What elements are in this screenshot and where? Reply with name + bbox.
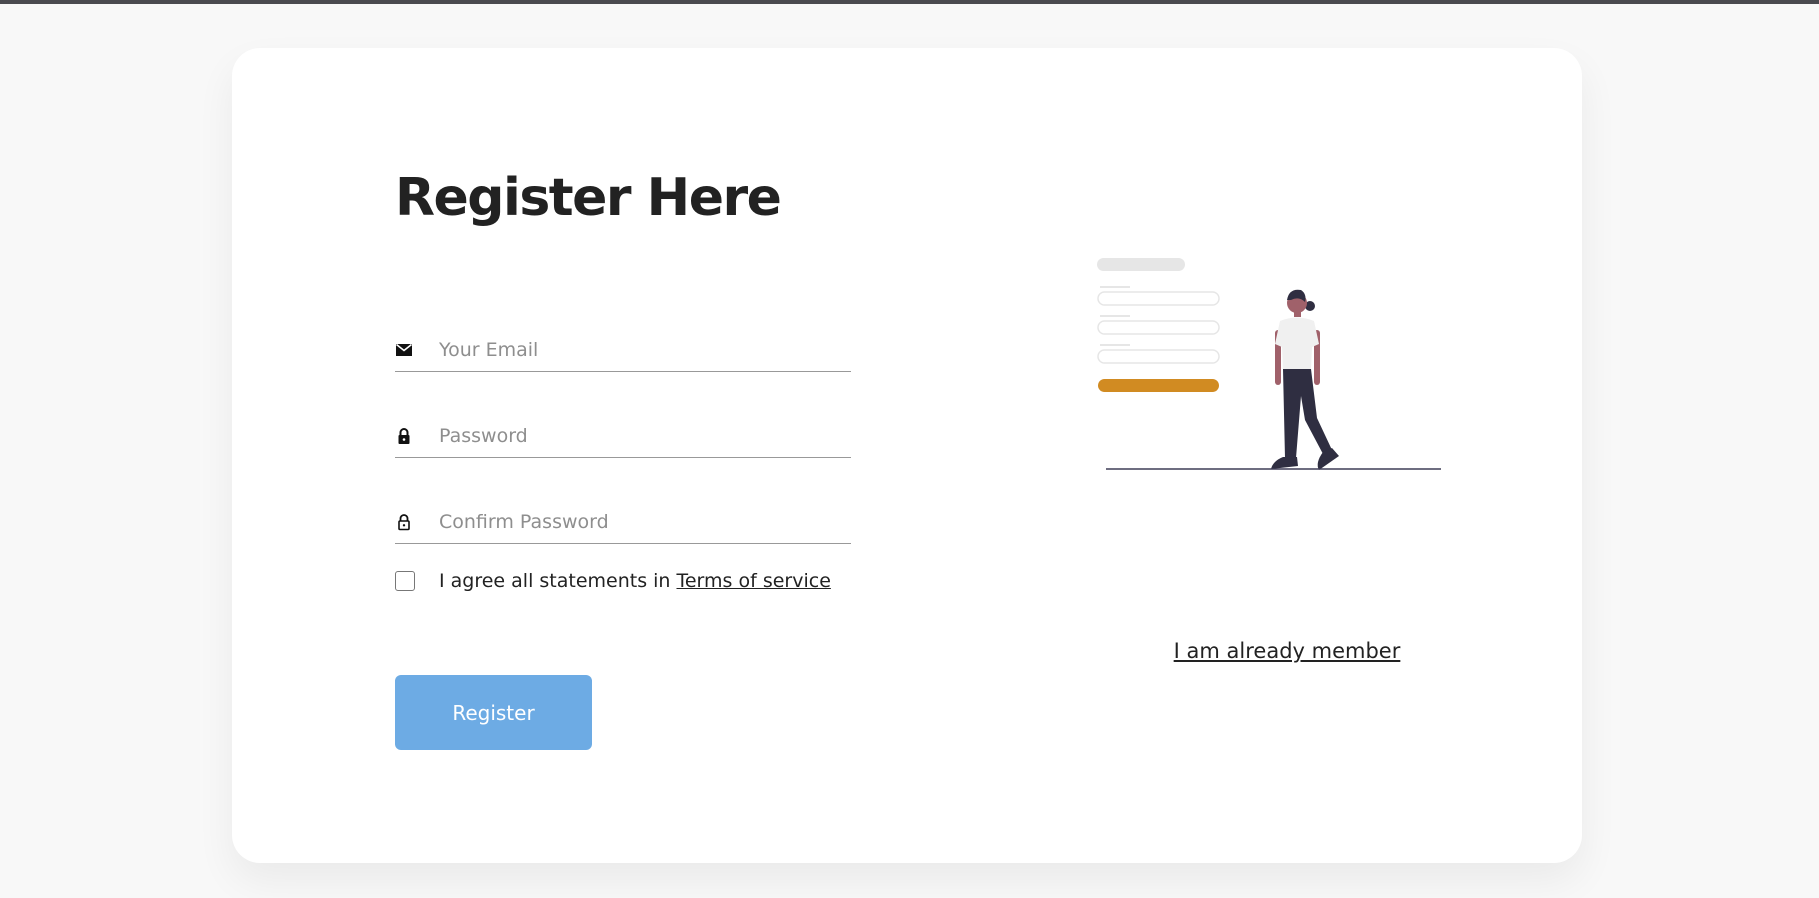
person-with-form-illustration bbox=[1097, 258, 1441, 470]
terms-agreement: I agree all statements in Terms of servi… bbox=[395, 568, 831, 594]
form-mock-header bbox=[1097, 258, 1185, 271]
register-button[interactable]: Register bbox=[395, 675, 592, 750]
email-input[interactable] bbox=[439, 335, 839, 365]
page-title: Register Here bbox=[395, 168, 782, 228]
terms-checkbox[interactable] bbox=[395, 571, 415, 591]
confirm-password-field-group bbox=[395, 503, 851, 544]
confirm-password-input[interactable] bbox=[439, 507, 839, 537]
password-input[interactable] bbox=[439, 421, 839, 451]
window-top-bar bbox=[0, 0, 1819, 4]
register-card: Register Here Your Email I agree all sta… bbox=[232, 48, 1582, 863]
terms-agreement-text: I agree all statements in bbox=[439, 570, 671, 592]
email-field-group bbox=[395, 331, 851, 372]
lock-icon bbox=[395, 427, 413, 445]
terms-of-service-link[interactable]: Terms of service bbox=[676, 570, 830, 592]
lock-outline-icon bbox=[395, 513, 413, 531]
already-member-link[interactable]: I am already member bbox=[1157, 639, 1417, 663]
envelope-icon bbox=[395, 341, 413, 359]
form-mock-button bbox=[1098, 379, 1219, 392]
person-figure bbox=[1271, 289, 1339, 470]
password-field-group bbox=[395, 417, 851, 458]
